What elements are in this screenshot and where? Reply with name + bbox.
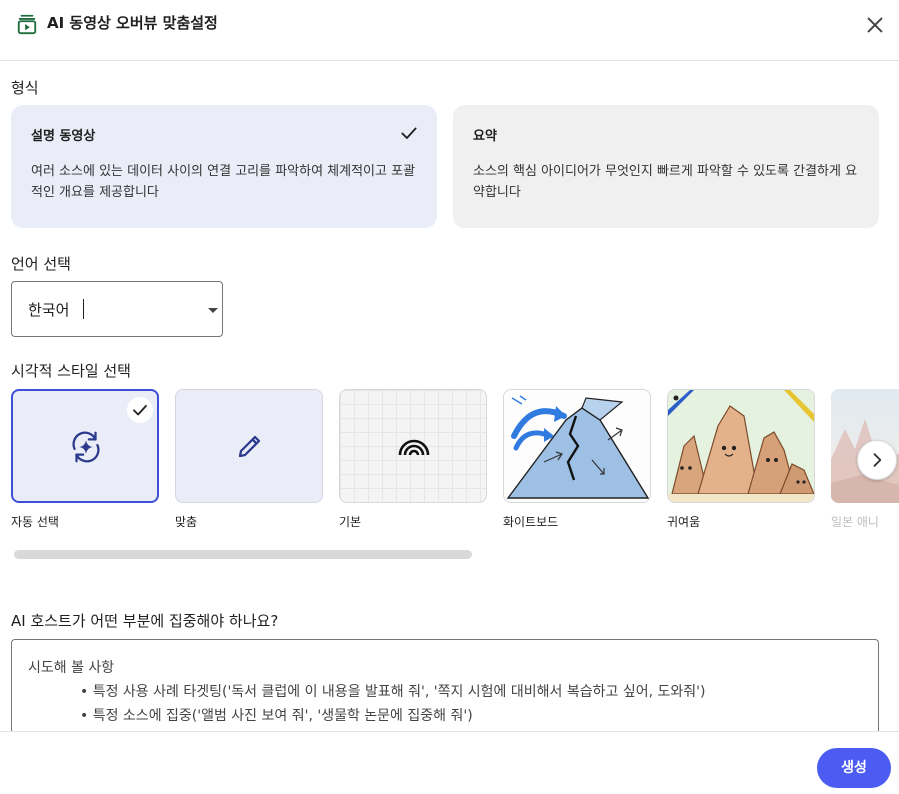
format-option-explainer[interactable]: 설명 동영상 여러 소스에 있는 데이터 사이의 연결 고리를 파악하여 체계적… xyxy=(11,105,437,228)
language-value: 한국어 xyxy=(28,301,70,319)
dropdown-arrow-icon xyxy=(208,308,218,313)
format-option-desc: 소스의 핵심 아이디어가 무엇인지 빠르게 파악할 수 있도록 간결하게 요약합… xyxy=(473,164,858,200)
style-next-button[interactable] xyxy=(857,440,897,480)
check-icon xyxy=(401,127,417,139)
style-option-cute[interactable] xyxy=(667,389,815,503)
style-option-custom[interactable] xyxy=(175,389,323,503)
style-option-auto[interactable] xyxy=(11,389,159,503)
focus-textarea[interactable]: 시도해 볼 사항 특정 사용 사례 타겟팅('독서 클럽에 이 내용을 발표해 … xyxy=(11,639,879,739)
generate-button[interactable]: 생성 xyxy=(817,748,891,788)
rainbow-icon xyxy=(398,439,430,456)
text-cursor xyxy=(83,299,84,319)
video-library-icon xyxy=(17,14,37,35)
volcano-sketch-thumbnail xyxy=(506,395,650,499)
language-label: 언어 선택 xyxy=(11,255,71,273)
style-label-basic: 기본 xyxy=(339,515,362,529)
dialog-title: AI 동영상 오버뷰 맞춤설정 xyxy=(47,14,218,32)
language-select[interactable]: 한국어 xyxy=(11,281,223,337)
pencil-icon xyxy=(238,435,261,458)
style-label-anime: 일본 애니 xyxy=(831,515,879,529)
style-label-whiteboard: 화이트보드 xyxy=(503,515,559,529)
selected-badge xyxy=(127,397,153,423)
cute-rocks-thumbnail xyxy=(668,390,814,502)
format-label: 형식 xyxy=(11,79,39,97)
dialog-header: AI 동영상 오버뷰 맞춤설정 xyxy=(0,0,899,61)
close-icon[interactable] xyxy=(864,14,886,36)
format-option-summary[interactable]: 요약 소스의 핵심 아이디어가 무엇인지 빠르게 파악할 수 있도록 간결하게 … xyxy=(453,105,879,228)
style-label-cute: 귀여움 xyxy=(667,515,701,529)
chevron-right-icon xyxy=(873,453,882,467)
focus-label: AI 호스트가 어떤 부분에 집중해야 하나요? xyxy=(11,612,279,630)
format-option-title: 요약 xyxy=(473,129,497,144)
auto-awesome-icon xyxy=(72,431,100,463)
list-item: 특정 사용 사례 타겟팅('독서 클럽에 이 내용을 발표해 줘', '쪽지 시… xyxy=(80,680,862,704)
style-label-custom: 맞춤 xyxy=(175,515,198,529)
style-label-auto: 자동 선택 xyxy=(11,515,59,529)
format-option-desc: 여러 소스에 있는 데이터 사이의 연결 고리를 파악하여 체계적이고 포괄적인… xyxy=(31,164,416,200)
style-option-basic[interactable] xyxy=(339,389,487,503)
style-option-whiteboard[interactable] xyxy=(503,389,651,503)
style-scrollbar[interactable] xyxy=(14,550,472,559)
dialog-footer xyxy=(0,731,899,794)
suggestion-list: 특정 사용 사례 타겟팅('독서 클럽에 이 내용을 발표해 줘', '쪽지 시… xyxy=(80,680,862,728)
visual-style-label: 시각적 스타일 선택 xyxy=(11,362,131,380)
list-item: 특정 소스에 집중('앨범 사진 보여 줘', '생물학 논문에 집중해 줘') xyxy=(80,704,862,728)
placeholder-title: 시도해 볼 사항 xyxy=(28,660,115,676)
check-icon xyxy=(133,404,147,416)
format-option-title: 설명 동영상 xyxy=(31,129,96,144)
